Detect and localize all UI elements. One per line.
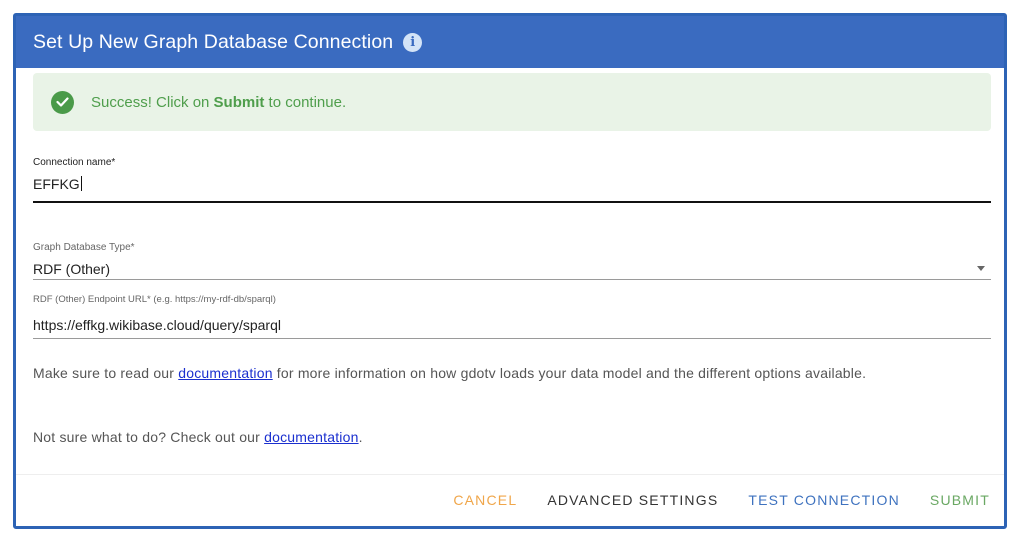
help1-before: Make sure to read our <box>33 365 179 381</box>
success-suffix: to continue. <box>264 93 347 111</box>
test-connection-button[interactable]: TEST CONNECTION <box>748 492 900 508</box>
dialog-actions: CANCEL ADVANCED SETTINGS TEST CONNECTION… <box>453 492 990 508</box>
db-type-underline <box>33 279 991 280</box>
chevron-down-icon[interactable] <box>977 266 985 271</box>
db-type-label: Graph Database Type* <box>33 242 135 253</box>
documentation-help-text: Make sure to read our documentation for … <box>33 365 866 381</box>
documentation-link[interactable]: documentation <box>178 365 272 381</box>
not-sure-help-text: Not sure what to do? Check out our docum… <box>33 429 363 445</box>
documentation-link-2[interactable]: documentation <box>264 429 358 445</box>
connection-name-value: EFFKG <box>33 176 80 192</box>
help2-before: Not sure what to do? Check out our <box>33 429 265 445</box>
endpoint-url-input[interactable]: https://effkg.wikibase.cloud/query/sparq… <box>33 317 991 333</box>
dialog-title-bar: Set Up New Graph Database Connection i <box>16 16 1004 68</box>
success-prefix: Success! Click on <box>91 93 214 111</box>
connection-dialog: Set Up New Graph Database Connection i S… <box>13 13 1007 529</box>
connection-name-label: Connection name* <box>33 157 116 168</box>
cancel-button[interactable]: CANCEL <box>453 492 517 508</box>
help2-after: . <box>358 429 363 445</box>
advanced-settings-button[interactable]: ADVANCED SETTINGS <box>547 492 718 508</box>
help1-after: for more information on how gdotv loads … <box>272 365 867 381</box>
connection-name-field[interactable]: Connection name* EFFKG <box>33 157 991 203</box>
success-emphasis: Submit <box>213 93 265 111</box>
success-message: Success! Click on Submit to continue. <box>91 94 346 111</box>
db-type-select[interactable]: Graph Database Type* RDF (Other) <box>33 242 991 280</box>
text-caret <box>80 176 82 191</box>
footer-divider <box>16 474 1004 475</box>
endpoint-url-label: RDF (Other) Endpoint URL* (e.g. https://… <box>33 294 276 305</box>
submit-button[interactable]: SUBMIT <box>930 492 990 508</box>
dialog-title: Set Up New Graph Database Connection <box>33 30 394 53</box>
info-icon[interactable]: i <box>403 32 423 52</box>
connection-name-underline <box>33 201 991 203</box>
success-alert: Success! Click on Submit to continue. <box>33 73 991 131</box>
endpoint-url-underline <box>33 338 991 339</box>
endpoint-url-field[interactable]: RDF (Other) Endpoint URL* (e.g. https://… <box>33 294 991 339</box>
db-type-value: RDF (Other) <box>33 261 110 277</box>
check-circle-icon <box>51 90 74 114</box>
connection-name-input[interactable]: EFFKG <box>33 176 991 192</box>
